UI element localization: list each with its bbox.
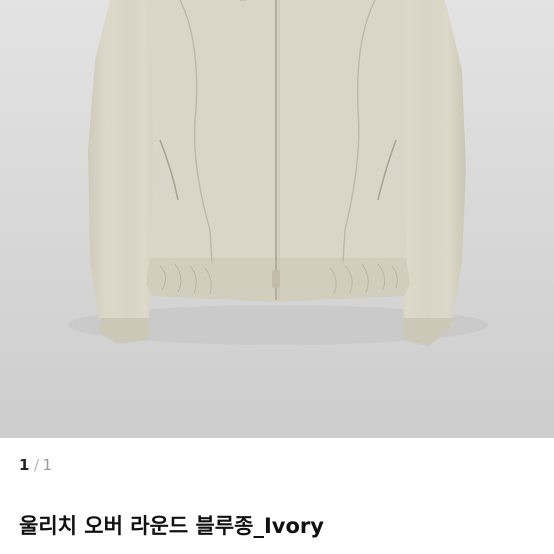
product-image[interactable] xyxy=(0,0,554,438)
pager-current: 1 xyxy=(19,456,30,474)
jacket-photo-icon xyxy=(0,0,554,438)
image-pager: 1/1 xyxy=(19,456,53,474)
product-detail-page: 1/1 울리치 오버 라운드 블루종_Ivory xyxy=(0,0,554,554)
pager-separator: / xyxy=(33,456,40,474)
product-title: 울리치 오버 라운드 블루종_Ivory xyxy=(19,514,324,538)
pager-total: 1 xyxy=(42,456,53,474)
